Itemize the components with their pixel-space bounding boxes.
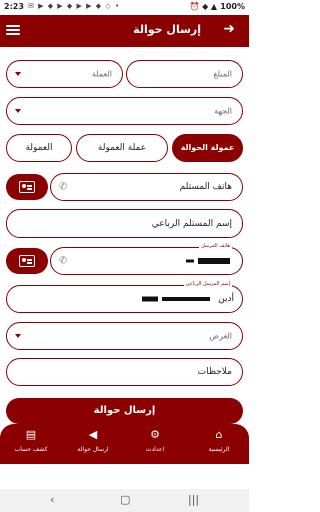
page-title: إرسال حوالة: [133, 23, 201, 36]
sender-phone-label: هاتف المرسل: [199, 243, 232, 249]
sender-phone-field[interactable]: هاتف المرسل ✆: [50, 243, 243, 275]
system-icons: ⏰ ◆ ▲: [189, 2, 217, 11]
receiver-name-placeholder: إسم المستلم الرباعي: [151, 218, 232, 229]
bottom-nav: ⌂ الرئيسية ⚙ اعدادت ◀ ارسال حوالة ▤ كشف …: [0, 424, 249, 464]
nav-home[interactable]: ⌂ الرئيسية: [199, 428, 239, 453]
send-icon: ◀: [88, 428, 98, 441]
currency-select[interactable]: العملة: [6, 60, 123, 88]
home-icon: ⌂: [215, 428, 223, 441]
redacted-value: [142, 296, 158, 302]
app-bar: إرسال حوالة ➜: [0, 15, 249, 47]
phone-icon: ✆: [59, 181, 68, 193]
menu-icon[interactable]: [6, 23, 20, 37]
send-transfer-button[interactable]: إرسال حوالة: [6, 398, 243, 424]
redacted-value: [198, 258, 230, 264]
gear-icon: ⚙: [150, 428, 160, 441]
amount-placeholder: المبلغ: [213, 69, 232, 79]
currency-placeholder: العملة: [91, 69, 112, 79]
amount-field[interactable]: المبلغ: [126, 60, 243, 88]
tab-transfer-commission[interactable]: عمولة الحوالة: [172, 134, 243, 162]
notes-placeholder: ملاحظات: [197, 367, 232, 377]
recents-icon[interactable]: |||: [188, 493, 199, 506]
contacts-button[interactable]: [6, 174, 48, 200]
destination-placeholder: الجهة: [214, 106, 232, 116]
redacted-value: [186, 259, 194, 263]
nav-send-transfer[interactable]: ◀ ارسال حوالة: [73, 428, 113, 453]
contact-card-icon: [19, 255, 35, 267]
nav-label: الرئيسية: [208, 446, 230, 453]
status-time: 2:23: [4, 2, 24, 11]
back-icon[interactable]: ‹: [50, 493, 54, 506]
notification-icons: ✉ ▶ ◆ ▶ ◆ ▶ ▶ ◆ ◇ •: [28, 2, 121, 10]
purpose-placeholder: الغرض: [209, 331, 232, 341]
receiver-phone-placeholder: هاتف المستلم: [179, 182, 232, 192]
tab-commission[interactable]: العمولة: [6, 134, 72, 162]
chevron-down-icon: [15, 334, 21, 338]
nav-label: اعدادت: [145, 446, 165, 453]
redacted-value: [162, 297, 210, 301]
sender-name-field[interactable]: إسم المرسل الرباعي أدين: [6, 281, 243, 313]
destination-select[interactable]: الجهة: [6, 97, 243, 125]
notes-field[interactable]: ملاحظات: [6, 358, 243, 386]
nav-label: ارسال حوالة: [77, 446, 109, 453]
battery-level: 100%: [220, 2, 245, 11]
tab-commission-currency[interactable]: عملة العمولة: [76, 134, 168, 162]
chevron-down-icon: [15, 72, 21, 76]
sender-name-value: أدين: [218, 294, 234, 304]
home-square-icon[interactable]: ▢: [120, 493, 130, 506]
nav-settings[interactable]: ⚙ اعدادت: [135, 428, 175, 453]
chevron-down-icon: [15, 109, 21, 113]
book-icon: ▤: [25, 428, 37, 441]
system-nav-bar: ‹ ▢ |||: [0, 489, 249, 512]
receiver-name-field[interactable]: إسم المستلم الرباعي: [6, 209, 243, 238]
status-bar: 2:23 ✉ ▶ ◆ ▶ ◆ ▶ ▶ ◆ ◇ • ⏰ ◆ ▲ 100%: [0, 0, 249, 15]
arrow-right-icon[interactable]: ➜: [223, 21, 235, 37]
contacts-button[interactable]: [6, 248, 48, 274]
nav-label: كشف حساب: [14, 446, 48, 453]
contact-card-icon: [19, 181, 35, 193]
receiver-phone-field[interactable]: ✆ هاتف المستلم: [50, 173, 243, 201]
sender-name-label: إسم المرسل الرباعي: [183, 281, 232, 287]
purpose-select[interactable]: الغرض: [6, 322, 243, 350]
nav-statement[interactable]: ▤ كشف حساب: [11, 428, 51, 453]
phone-icon: ✆: [59, 255, 68, 267]
